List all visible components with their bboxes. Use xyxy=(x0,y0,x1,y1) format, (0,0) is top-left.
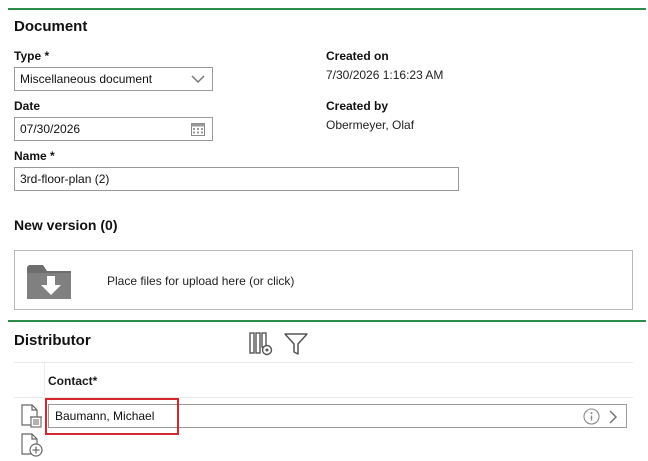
created-by-label: Created by xyxy=(326,99,389,113)
delete-row-icon[interactable] xyxy=(18,403,44,429)
name-field-value: 3rd-floor-plan (2) xyxy=(20,172,110,186)
grid-header-separator xyxy=(44,363,45,399)
name-field[interactable]: 3rd-floor-plan (2) xyxy=(14,167,459,191)
calendar-icon[interactable] xyxy=(190,121,206,137)
filter-icon[interactable] xyxy=(282,330,310,358)
date-field-value: 07/30/2026 xyxy=(20,122,81,136)
grid-header: Contact* xyxy=(14,362,633,399)
column-header-contact[interactable]: Contact* xyxy=(48,374,97,388)
column-settings-icon[interactable] xyxy=(247,330,275,358)
info-icon[interactable] xyxy=(583,408,600,425)
folder-download-icon xyxy=(27,265,71,299)
date-label: Date xyxy=(14,99,41,113)
type-select[interactable]: Miscellaneous document xyxy=(14,67,213,91)
dropzone-text: Place files for upload here (or click) xyxy=(107,274,295,288)
distributor-divider xyxy=(8,320,646,322)
created-by-value: Obermeyer, Olaf xyxy=(326,118,415,132)
type-label: Type * xyxy=(14,49,50,63)
created-on-label: Created on xyxy=(326,49,389,63)
file-dropzone[interactable]: Place files for upload here (or click) xyxy=(14,250,633,310)
new-version-heading: New version (0) xyxy=(14,217,118,233)
distributor-heading: Distributor xyxy=(14,332,91,349)
name-label: Name * xyxy=(14,149,55,163)
chevron-down-icon[interactable] xyxy=(190,71,206,87)
type-select-value: Miscellaneous document xyxy=(20,72,153,86)
contact-field[interactable]: Baumann, Michael xyxy=(48,404,627,428)
created-on-value: 7/30/2026 1:16:23 AM xyxy=(326,68,444,82)
contact-field-value: Baumann, Michael xyxy=(55,409,155,423)
chevron-right-icon[interactable] xyxy=(606,409,620,425)
date-field[interactable]: 07/30/2026 xyxy=(14,117,213,141)
top-divider xyxy=(8,8,646,10)
document-heading: Document xyxy=(14,18,88,35)
add-row-icon[interactable] xyxy=(18,432,44,458)
